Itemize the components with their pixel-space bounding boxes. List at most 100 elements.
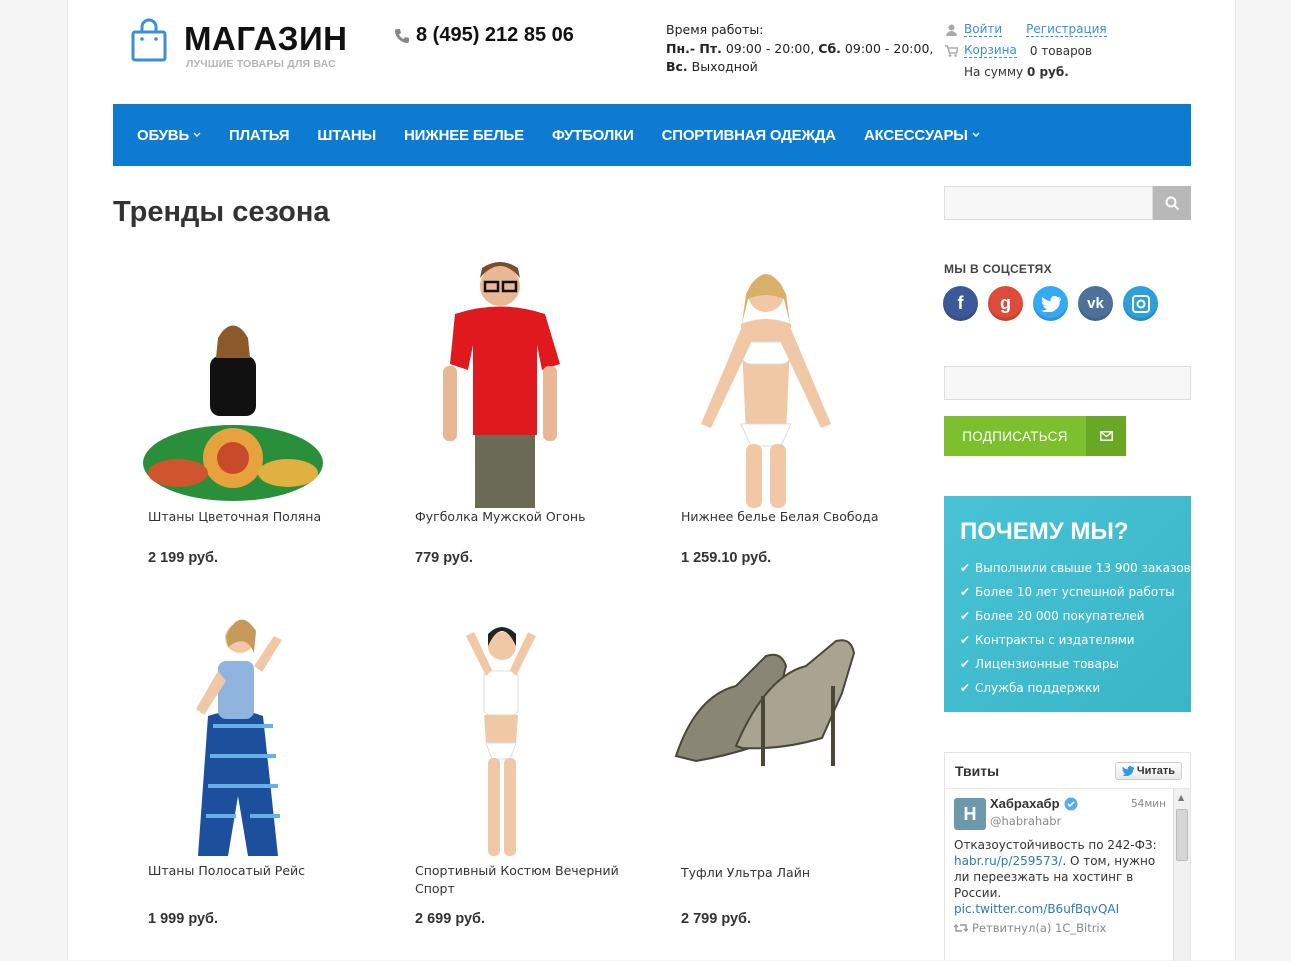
retweet-icon [954,924,968,932]
checkmark-icon: ✔ [960,657,971,671]
logo-subtitle: ЛУЧШИЕ ТОВАРЫ ДЛЯ ВАС [186,58,336,70]
checkmark-icon: ✔ [960,561,971,575]
cart-sum: 0 руб. [1026,64,1069,79]
twitter-follow-button[interactable]: Читать [1114,761,1182,780]
product-image[interactable] [380,250,620,508]
product-card[interactable]: Штаны Цветочная Поляна 2 199 руб. [113,250,353,566]
nav-item-shoes[interactable]: ОБУВЬ [137,127,201,144]
nav-item-accessories[interactable]: АКСЕССУАРЫ [864,127,980,144]
product-price: 779 руб. [415,550,473,566]
why-us-item: ✔ Выполнили свыше 13 900 заказов [960,556,1191,580]
cart-link[interactable]: Корзина [964,43,1017,58]
scroll-up-icon[interactable]: ▲ [1178,793,1184,802]
product-image[interactable] [646,606,886,806]
product-name[interactable]: Туфли Ультра Лайн [681,864,886,882]
why-us-text: Более 20 000 покупателей [975,609,1145,623]
product-name[interactable]: Штаны Полосатый Рейс [148,862,353,880]
nav-label: АКСЕССУАРЫ [863,126,968,144]
why-us-item: ✔ Контракты с издателями [960,628,1191,652]
twitter-icon[interactable] [1033,286,1068,321]
chevron-down-icon [193,132,201,137]
product-card[interactable]: Туфли Ультра Лайн 2 799 руб. [646,606,886,927]
tweet-text-part: Отказоустойчивость по 242-ФЗ: [954,838,1157,852]
tweet-author-name: Хабрахабр [990,796,1060,811]
product-card[interactable]: Спортивный Костюм Вечерний Спорт 2 699 р… [380,606,620,927]
google-plus-icon[interactable]: g [988,286,1023,321]
user-icon [944,24,958,36]
product-price: 2 199 руб. [148,550,219,566]
checkmark-icon: ✔ [960,585,971,599]
tweet-retweet-text: Ретвитнул(а) 1C_Bitrix [972,921,1107,935]
why-us-item: ✔ Более 10 лет успешной работы [960,580,1191,604]
twitter-follow-label: Читать [1136,764,1175,777]
why-us-title: ПОЧЕМУ МЫ? [960,518,1129,545]
product-name[interactable]: Фугболка Мужской Огонь [415,508,620,526]
tweet-author[interactable]: Хабрахабр [990,796,1078,811]
shopping-bag-icon[interactable] [131,18,167,62]
page-title: Тренды сезона [113,196,330,228]
tweet-link[interactable]: habr.ru/p/259573/ [954,854,1062,868]
tweet: H Хабрахабр @habrahabr 54мин Отказоустой… [945,789,1190,935]
nav-label: НИЖНЕЕ БЕЛЬЕ [404,126,524,144]
product-image[interactable] [646,250,886,508]
product-name[interactable]: Нижнее белье Белая Свобода [681,508,886,526]
register-link[interactable]: Регистрация [1026,22,1107,37]
twitter-bird-icon [1121,765,1134,776]
hours-time-saturday: 09:00 - 20:00, [840,40,934,56]
product-name[interactable]: Штаны Цветочная Поляна [148,508,353,526]
why-us-item: ✔ Лицензионные товары [960,652,1191,676]
tweet-avatar[interactable]: H [954,798,986,830]
cart-icon [944,44,958,57]
hours-days-sunday: Вс. [666,59,688,74]
nav-label: ПЛАТЬЯ [229,126,290,144]
why-us-text: Служба поддержки [975,681,1101,695]
product-image[interactable] [380,606,620,862]
tweet-retweet-info: Ретвитнул(а) 1C_Bitrix [954,921,1106,935]
tweet-handle[interactable]: @habrahabr [990,814,1061,828]
login-link[interactable]: Войти [964,22,1003,37]
search-button[interactable] [1153,186,1191,220]
product-card[interactable]: Фугболка Мужской Огонь 779 руб. [380,250,620,566]
nav-label: СПОРТИВНАЯ ОДЕЖДА [661,126,837,144]
nav-item-pants[interactable]: ШТАНЫ [317,127,376,144]
account-block: Войти Регистрация Корзина 0 товаров На с… [944,19,1107,82]
tweets-scrollbar[interactable]: ▲ [1173,789,1190,961]
search-box [944,186,1191,220]
product-image[interactable] [113,606,353,862]
instagram-icon[interactable] [1123,286,1158,321]
nav-item-underwear[interactable]: НИЖНЕЕ БЕЛЬЕ [404,127,524,144]
nav-item-sportswear[interactable]: СПОРТИВНАЯ ОДЕЖДА [661,126,837,144]
facebook-icon[interactable]: f [943,286,978,321]
hours-days-weekdays: Пн.- Пт. [666,40,722,56]
hours-time-sunday: Выходной [687,59,758,74]
checkmark-icon: ✔ [960,609,971,623]
nav-item-dresses[interactable]: ПЛАТЬЯ [229,126,290,144]
working-hours: Время работы: Пн.- Пт. 09:00 - 20:00, Сб… [666,21,933,77]
product-image[interactable] [113,250,353,508]
envelope-icon [1086,416,1126,456]
chevron-down-icon [972,132,980,137]
product-card[interactable]: Штаны Полосатый Рейс 1 999 руб. [113,606,353,927]
product-name[interactable]: Спортивный Костюм Вечерний Спорт [415,862,620,898]
page: МАГАЗИН ЛУЧШИЕ ТОВАРЫ ДЛЯ ВАС 8 (495) 21… [67,0,1236,961]
nav-label: ОБУВЬ [137,126,190,144]
vk-icon[interactable]: vk [1078,286,1113,321]
product-card[interactable]: Нижнее белье Белая Свобода 1 259.10 руб. [646,250,886,566]
logo-title[interactable]: МАГАЗИН [184,20,348,58]
hours-label: Время работы: [666,22,764,37]
why-us-text: Более 10 лет успешной работы [975,585,1175,599]
nav-item-tshirts[interactable]: ФУТБОЛКИ [552,127,634,144]
search-input[interactable] [944,186,1153,220]
subscribe-email-input[interactable] [944,366,1191,400]
product-price: 2 799 руб. [681,911,752,927]
subscribe-button[interactable]: ПОДПИСАТЬСЯ [944,416,1126,456]
scrollbar-thumb[interactable] [1176,809,1188,861]
hours-time-weekdays: 09:00 - 20:00, [721,40,819,56]
product-price: 1 259.10 руб. [681,550,772,566]
tweet-time[interactable]: 54мин [1131,798,1166,810]
checkmark-icon: ✔ [960,633,971,647]
twitter-widget-title: Твиты [955,762,1000,779]
why-us-item: ✔ Служба поддержки [960,676,1191,700]
why-us-text: Контракты с издателями [975,633,1135,647]
tweet-media-link[interactable]: pic.twitter.com/B6ufBqvQAI [954,902,1119,916]
